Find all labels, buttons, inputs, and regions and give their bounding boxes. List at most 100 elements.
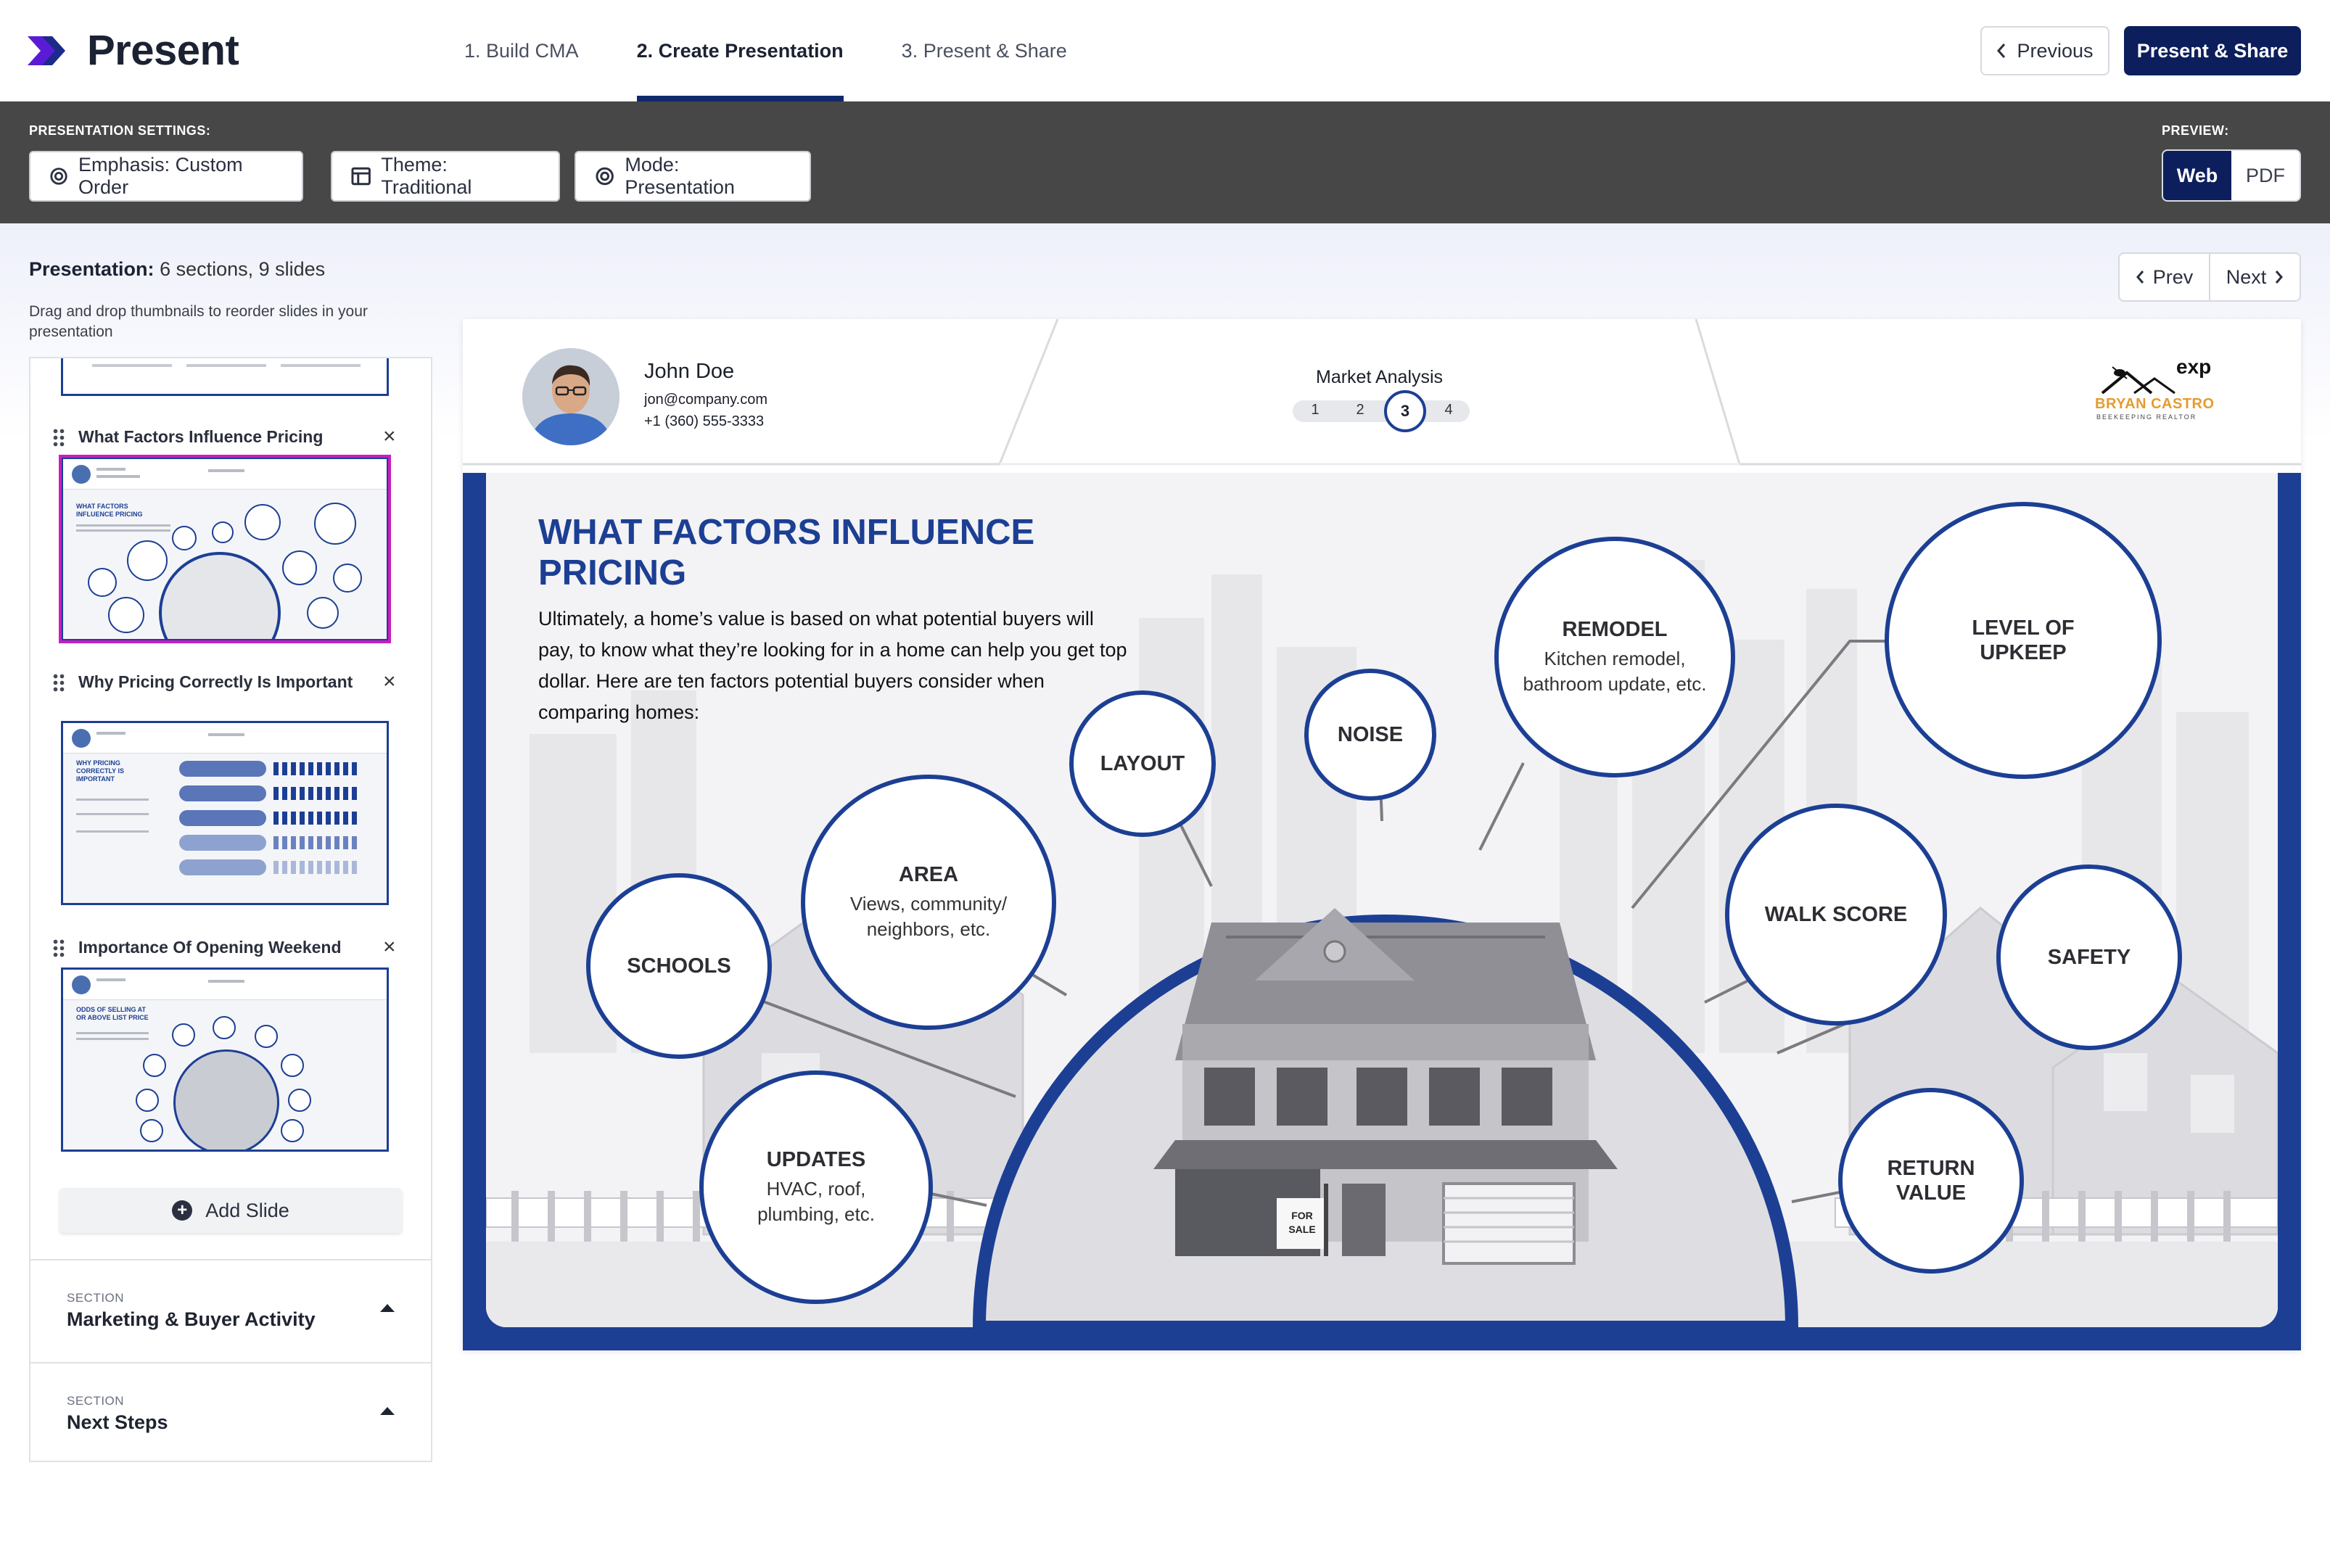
section-eyebrow: SECTION [67,1291,125,1305]
preview-nav: Prev Next [2118,252,2301,302]
app-title: Present [87,27,239,74]
preview-web-option[interactable]: Web [2163,151,2231,200]
factor-title: LAYOUT [1100,752,1185,775]
chevron-left-icon [2136,271,2144,284]
factor-remodel: REMODEL Kitchen remodel, bathroom update… [1494,537,1735,777]
brand: Present [28,26,239,75]
present-share-button[interactable]: Present & Share [2124,26,2301,75]
slide-item-title[interactable]: What Factors Influence Pricing [52,426,393,447]
caret-up-icon[interactable] [380,1304,395,1312]
next-slide-button[interactable]: Next [2209,254,2300,300]
step-tabs: 1. Build CMA 2. Create Presentation 3. P… [464,0,1067,102]
emphasis-button[interactable]: Emphasis: Custom Order [29,151,303,202]
slide-list-panel[interactable]: What Factors Influence Pricing × WHAT FA… [29,357,432,1462]
previous-label: Previous [2017,39,2094,62]
tab-build-cma[interactable]: 1. Build CMA [464,0,579,102]
settings-bar: PRESENTATION SETTINGS: Emphasis: Custom … [0,102,2330,223]
next-label: Next [2226,265,2267,288]
remove-slide-button[interactable]: × [383,426,396,447]
section-name: Marketing & Buyer Activity [67,1308,316,1330]
factor-level-of-upkeep: LEVEL OF UPKEEP [1885,502,2162,779]
caret-up-icon[interactable] [380,1407,395,1415]
factor-area: AREA Views, community/ neighbors, etc. [801,775,1056,1030]
drag-handle-icon[interactable] [52,428,65,447]
factor-title: UPDATES [766,1148,866,1171]
target-icon [50,168,67,185]
logo-brand: exp [2176,355,2212,378]
theme-button[interactable]: Theme: Traditional [331,151,560,202]
slide-pager: 1 2 3 4 [1293,390,1470,432]
slide-canvas: FOR SALE What Factors Influence Pricing … [486,473,2278,1327]
slide-preview[interactable]: John Doe jon@company.com +1 (360) 555-33… [463,319,2301,1350]
slide-title-label: Importance Of Opening Weekend [78,938,342,957]
house-bee-icon [2101,366,2175,395]
slide-title-label: What Factors Influence Pricing [78,427,324,446]
slide-item-title[interactable]: Importance Of Opening Weekend [52,937,393,957]
emphasis-label: Emphasis: Custom Order [78,154,243,198]
pager-page-1[interactable]: 1 [1304,402,1326,418]
slide-thumbnail-partial[interactable] [61,358,389,396]
factor-subtitle: Kitchen remodel, bathroom update, etc. [1523,648,1707,695]
factor-title: SCHOOLS [627,954,731,978]
agent-avatar [522,348,619,445]
section-name: Next Steps [67,1411,168,1433]
slide-thumbnail[interactable]: WHY PRICING CORRECTLY IS IMPORTANT [61,721,389,905]
section-next-steps[interactable]: SECTION Next Steps [30,1362,431,1464]
add-slide-button[interactable]: + Add Slide [59,1188,402,1233]
for-sale-sign: FOR [1291,1210,1313,1221]
chevron-left-icon [1997,44,2006,58]
slide-thumbnail[interactable]: WHAT FACTORS INFLUENCE PRICING [59,455,391,643]
factor-title: NOISE [1337,723,1404,746]
slide-body: FOR SALE What Factors Influence Pricing … [463,473,2301,1350]
slide-item-title[interactable]: Why Pricing Correctly Is Important [52,672,393,692]
agent-phone: +1 (360) 555-3333 [644,413,765,429]
realtor-logo: exp BRYAN CASTRO BEEKEEPING REALTOR [2088,355,2247,435]
present-logo-icon [28,36,65,65]
factor-title: RETURN VALUE [1887,1157,1975,1205]
remove-slide-button[interactable]: × [383,671,396,693]
section-title: Market Analysis [1316,367,1444,387]
factor-title: LEVEL OF UPKEEP [1972,616,2075,664]
top-bar: Present 1. Build CMA 2. Create Presentat… [0,0,2330,102]
preview-label: PREVIEW: [2162,123,2229,138]
factor-schools: SCHOOLS [586,873,772,1059]
factor-title: AREA [898,863,959,886]
pager-current-page[interactable]: 3 [1384,390,1426,432]
chevron-right-icon [2276,271,2284,284]
preview-toggle: Web PDF [2162,149,2301,202]
drag-hint: Drag and drop thumbnails to reorder slid… [29,303,368,340]
thumbnail-title: WHAT FACTORS INFLUENCE PRICING [76,503,143,518]
previous-button[interactable]: Previous [1980,26,2109,75]
prev-label: Prev [2152,265,2194,288]
remove-slide-button[interactable]: × [383,936,396,958]
logo-name: BRYAN CASTRO [2095,396,2215,412]
preview-pdf-option[interactable]: PDF [2231,151,2300,200]
tab-create-presentation[interactable]: 2. Create Presentation [636,0,844,102]
factor-return-value: RETURN VALUE [1838,1088,2024,1274]
tab-present-share[interactable]: 3. Present & Share [902,0,1067,102]
factor-noise: NOISE [1304,669,1436,801]
mode-label: Mode: Presentation [625,154,735,198]
plus-icon: + [172,1200,193,1221]
add-slide-label: Add Slide [205,1199,289,1221]
pager-page-2[interactable]: 2 [1349,402,1371,418]
slide-description: Ultimately, a home’s value is based on w… [538,608,1127,723]
layout-icon [351,167,371,186]
prev-slide-button[interactable]: Prev [2120,254,2209,300]
thumbnail-title: ODDS OF SELLING AT OR ABOVE LIST PRICE [76,1006,149,1021]
agent-name: John Doe [644,360,735,383]
factor-updates: UPDATES HVAC, roof, plumbing, etc. [699,1070,933,1304]
mode-button[interactable]: Mode: Presentation [575,151,811,202]
factor-walk-score: WALK SCORE [1725,804,1947,1026]
pager-page-4[interactable]: 4 [1438,402,1460,418]
settings-label: PRESENTATION SETTINGS: [29,123,211,138]
target-icon [596,167,614,186]
drag-handle-icon[interactable] [52,673,65,692]
section-marketing-buyer-activity[interactable]: SECTION Marketing & Buyer Activity [30,1259,431,1361]
presentation-count: 6 sections, 9 slides [160,258,326,280]
slide-thumbnail[interactable]: ODDS OF SELLING AT OR ABOVE LIST PRICE [61,967,389,1152]
slide-title-label: Why Pricing Correctly Is Important [78,672,353,691]
factor-subtitle: Views, community/ neighbors, etc. [849,893,1008,940]
drag-handle-icon[interactable] [52,938,65,957]
thumbnail-title: WHY PRICING CORRECTLY IS IMPORTANT [76,759,125,783]
